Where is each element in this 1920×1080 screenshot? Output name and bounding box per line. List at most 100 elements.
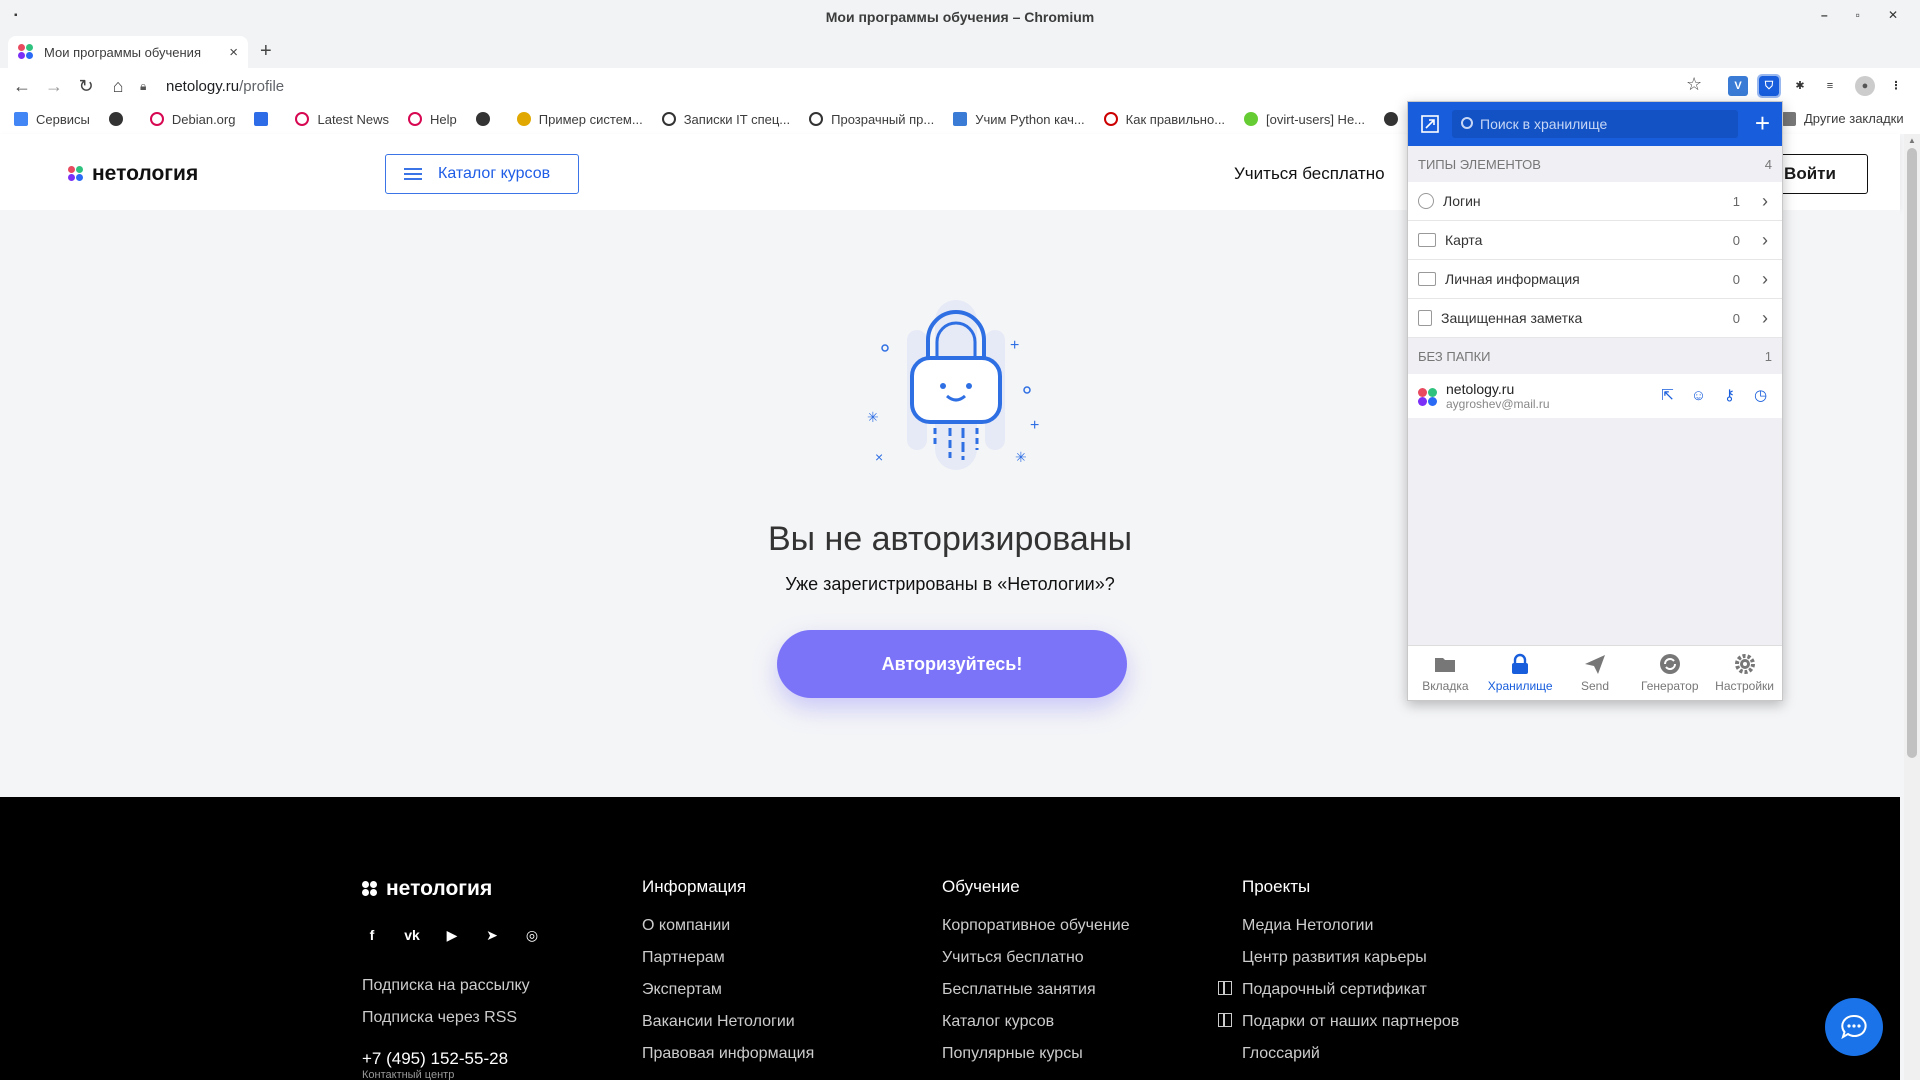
- tab-send[interactable]: Send: [1558, 646, 1633, 700]
- apps-grid-icon: [14, 112, 28, 126]
- type-row-login[interactable]: Логин 1 ›: [1408, 182, 1782, 221]
- instagram-icon[interactable]: ◎: [522, 925, 542, 945]
- chat-button[interactable]: [1825, 998, 1883, 1056]
- close-window-button[interactable]: ✕: [1888, 8, 1898, 22]
- tab-vault[interactable]: Хранилище: [1483, 646, 1558, 700]
- bookmark-star-icon[interactable]: ☆: [1686, 74, 1702, 95]
- bookmark-item[interactable]: Пример систем...: [516, 112, 643, 127]
- copy-totp-icon[interactable]: ◷: [1751, 386, 1770, 405]
- footer-link-gift[interactable]: Подарочный сертификат: [1218, 981, 1427, 999]
- site-logo[interactable]: нетология: [68, 162, 198, 186]
- bookmark-item[interactable]: Debian.org: [149, 112, 235, 127]
- launch-icon[interactable]: ⇱: [1658, 386, 1677, 405]
- copy-password-icon[interactable]: ⚷: [1720, 386, 1739, 405]
- gear-icon: [1734, 654, 1755, 674]
- subscribe-rss-link[interactable]: Подписка через RSS: [362, 1009, 517, 1027]
- bookmark-item[interactable]: Help: [408, 112, 457, 127]
- footer-link[interactable]: Глоссарий: [1242, 1045, 1320, 1063]
- media-queue-icon[interactable]: ≡: [1820, 76, 1840, 96]
- footer-link[interactable]: Партнерам: [642, 949, 725, 967]
- bookmark-item[interactable]: Latest News: [295, 112, 389, 127]
- address-bar[interactable]: 🔒︎ netology.ru/profile: [140, 71, 1700, 101]
- browser-menu-icon[interactable]: ⋮: [1886, 76, 1906, 96]
- forward-arrow-icon[interactable]: →: [42, 74, 66, 98]
- maximize-button[interactable]: ▫: [1856, 8, 1860, 22]
- chat-bubble-icon: [1841, 1014, 1867, 1040]
- window-controls: – ▫ ✕: [1821, 8, 1898, 22]
- facebook-icon[interactable]: f: [362, 925, 382, 945]
- bookmark-item[interactable]: Записки IT спец...: [661, 112, 790, 127]
- learn-free-link[interactable]: Учиться бесплатно: [1234, 164, 1385, 184]
- footer-link-gift[interactable]: Подарки от наших партнеров: [1218, 1013, 1459, 1031]
- vault-search-input[interactable]: Поиск в хранилище: [1452, 110, 1738, 138]
- tab-settings[interactable]: Настройки: [1707, 646, 1782, 700]
- vault-item[interactable]: netology.ru aygroshev@mail.ru ⇱ ☺ ⚷ ◷: [1408, 374, 1782, 418]
- footer-link[interactable]: Вакансии Нетологии: [642, 1013, 795, 1031]
- type-row-identity[interactable]: Личная информация 0 ›: [1408, 260, 1782, 299]
- footer-link[interactable]: Популярные курсы: [942, 1045, 1083, 1063]
- authorize-button[interactable]: Авторизуйтесь!: [777, 630, 1127, 698]
- youtube-icon[interactable]: ▶: [442, 925, 462, 945]
- phone-number[interactable]: +7 (495) 152-55-28: [362, 1049, 508, 1069]
- nofolder-section-header: Без папки 1: [1418, 348, 1772, 364]
- footer-link[interactable]: Экспертам: [642, 981, 722, 999]
- url-path: /profile: [239, 77, 285, 95]
- bookmark-item[interactable]: [1384, 112, 1406, 126]
- scroll-up-icon[interactable]: ▲: [1908, 136, 1916, 145]
- footer-logo[interactable]: нетология: [362, 877, 492, 901]
- new-tab-button[interactable]: +: [260, 40, 272, 63]
- type-row-secure-note[interactable]: Защищенная заметка 0 ›: [1408, 299, 1782, 338]
- back-arrow-icon[interactable]: ←: [10, 74, 34, 98]
- bookmark-item[interactable]: Учим Python кач...: [953, 112, 1085, 127]
- footer-link[interactable]: Каталог курсов: [942, 1013, 1054, 1031]
- footer-heading: Информация: [642, 877, 747, 896]
- site-icon: [1103, 112, 1118, 126]
- footer-link[interactable]: Правовая информация: [642, 1045, 814, 1063]
- type-row-card[interactable]: Карта 0 ›: [1408, 221, 1782, 260]
- footer-link[interactable]: О компании: [642, 917, 730, 935]
- page-scrollbar[interactable]: ▲: [1904, 134, 1920, 1080]
- bookmark-item[interactable]: Как правильно...: [1103, 112, 1225, 127]
- footer-link[interactable]: Бесплатные занятия: [942, 981, 1096, 999]
- browser-tab[interactable]: Мои программы обучения ×: [8, 36, 248, 68]
- debian-icon: [149, 112, 164, 126]
- other-bookmarks[interactable]: Другие закладки: [1782, 111, 1904, 126]
- subscribe-newsletter-link[interactable]: Подписка на рассылку: [362, 977, 530, 995]
- home-icon[interactable]: ⌂: [106, 74, 130, 98]
- telegram-icon[interactable]: ➤: [482, 925, 502, 945]
- bookmark-item[interactable]: Прозрачный пр...: [809, 112, 934, 127]
- footer-link[interactable]: Корпоративное обучение: [942, 917, 1130, 935]
- tab-close-icon[interactable]: ×: [229, 44, 238, 61]
- footer-link[interactable]: Медиа Нетологии: [1242, 917, 1373, 935]
- catalog-button[interactable]: Каталог курсов: [385, 154, 579, 194]
- reload-icon[interactable]: ↻: [74, 74, 98, 98]
- bitwarden-extension-icon[interactable]: ⛉: [1757, 74, 1781, 98]
- chevron-right-icon: ›: [1762, 229, 1768, 250]
- tab-current-tab[interactable]: Вкладка: [1408, 646, 1483, 700]
- minimize-button[interactable]: –: [1821, 8, 1828, 22]
- vk-icon[interactable]: vk: [402, 925, 422, 945]
- logo-dots-icon: [68, 166, 84, 182]
- footer-link[interactable]: Учиться бесплатно: [942, 949, 1084, 967]
- tab-generator[interactable]: Генератор: [1632, 646, 1707, 700]
- url-host: netology.ru: [166, 77, 240, 95]
- copy-username-icon[interactable]: ☺: [1689, 386, 1708, 405]
- extension-v-icon[interactable]: V: [1728, 76, 1748, 96]
- window-menu-icon[interactable]: ▪: [14, 10, 18, 21]
- bookmark-item[interactable]: [475, 112, 498, 126]
- profile-avatar-icon[interactable]: ●: [1855, 76, 1875, 96]
- bookmark-item[interactable]: [254, 112, 276, 126]
- tab-strip: Мои программы обучения × +: [0, 34, 1920, 68]
- popout-icon[interactable]: [1420, 114, 1440, 134]
- footer-link[interactable]: Центр развития карьеры: [1242, 949, 1427, 967]
- site-icon: [516, 112, 531, 126]
- extensions-puzzle-icon[interactable]: ✱: [1790, 76, 1810, 96]
- bookmark-item[interactable]: Сервисы: [14, 112, 90, 127]
- vault-item-actions: ⇱ ☺ ⚷ ◷: [1658, 386, 1770, 405]
- scrollbar-thumb[interactable]: [1907, 148, 1917, 758]
- logo-dots-icon: [362, 881, 378, 897]
- bookmark-item[interactable]: [108, 112, 131, 126]
- add-item-button[interactable]: +: [1755, 110, 1770, 136]
- bookmark-item[interactable]: [ovirt-users] He...: [1244, 112, 1365, 127]
- site-icon: [809, 112, 824, 126]
